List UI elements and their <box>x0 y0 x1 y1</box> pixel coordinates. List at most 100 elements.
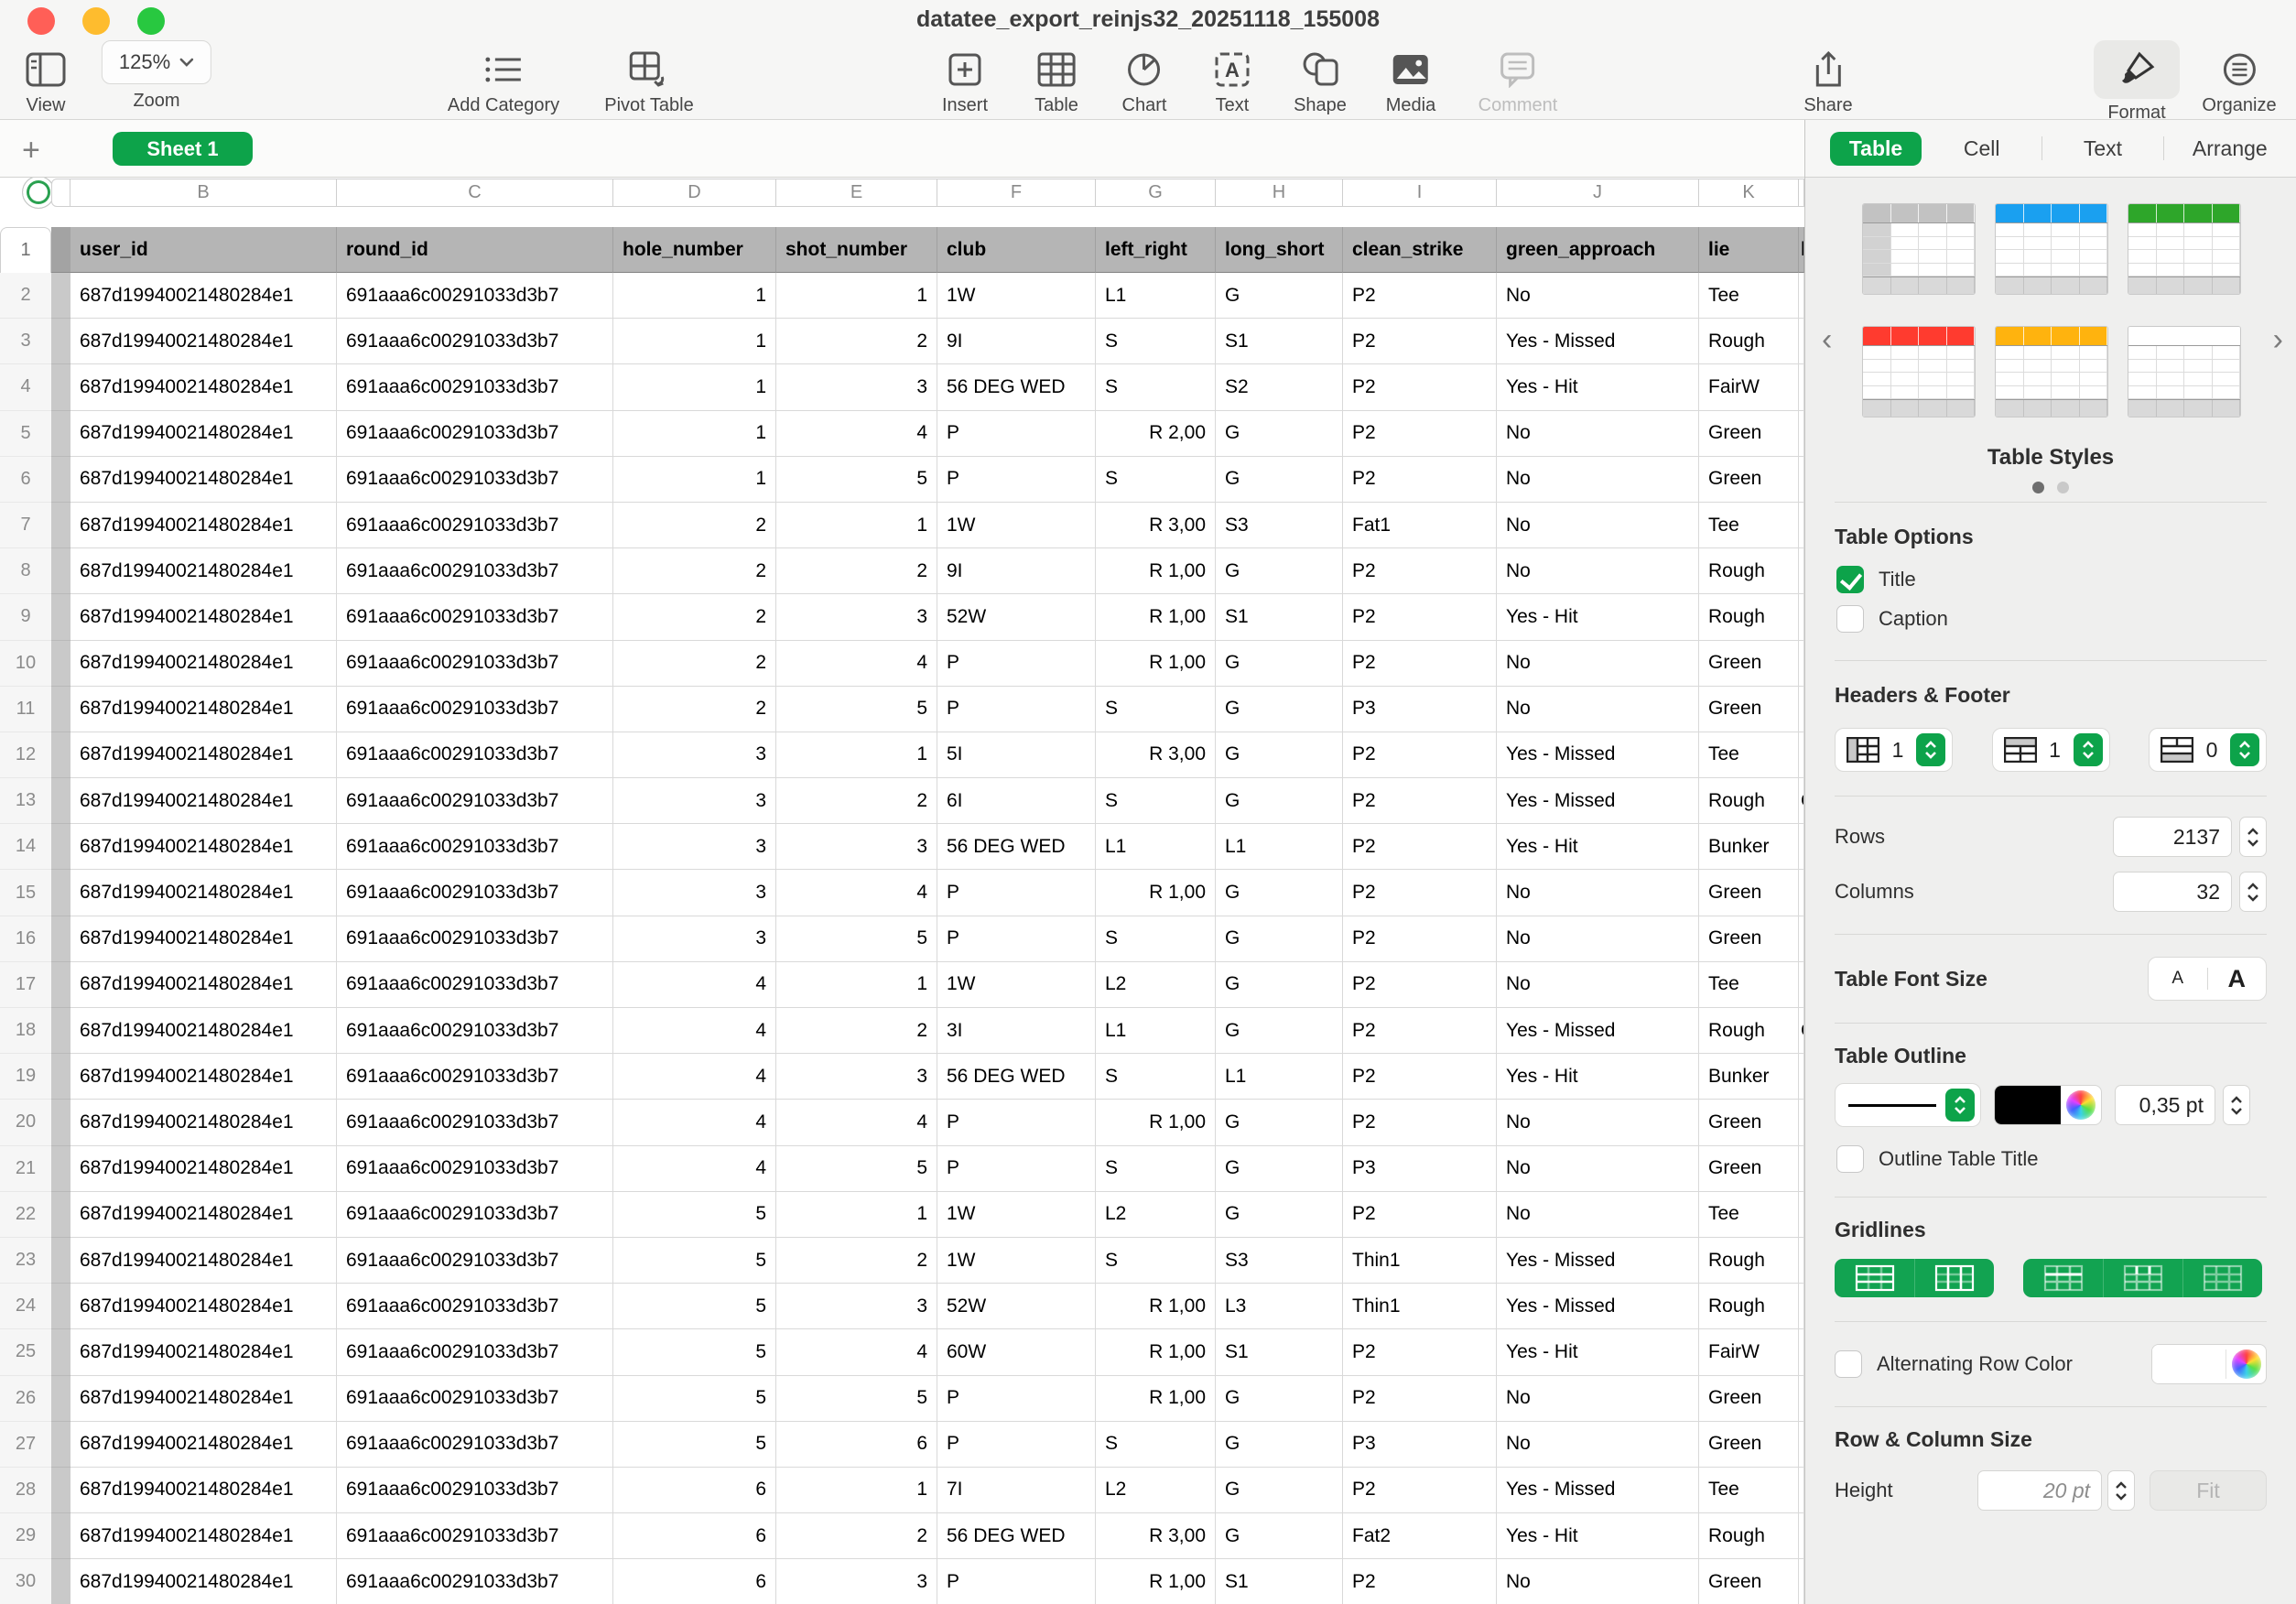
cell-hole_number[interactable]: 1 <box>613 457 776 503</box>
cell-club[interactable]: 5I <box>937 732 1096 778</box>
row-number-28[interactable]: 28 <box>0 1468 51 1513</box>
cell-left_right[interactable]: R 3,00 <box>1096 732 1216 778</box>
cell-green_approach[interactable]: Yes - Missed <box>1497 1008 1699 1054</box>
cell-user_id[interactable]: 687d19940021480284e1 <box>70 1008 337 1054</box>
cell-long_short[interactable]: L1 <box>1216 1054 1343 1100</box>
cell-green_approach[interactable]: Yes - Hit <box>1497 1329 1699 1375</box>
cell-green_approach[interactable]: No <box>1497 962 1699 1008</box>
cell-club[interactable]: 52W <box>937 1284 1096 1329</box>
cell-hole_number[interactable]: 1 <box>613 364 776 410</box>
cell-long_short[interactable]: S3 <box>1216 1238 1343 1284</box>
cell-hole_number[interactable]: 3 <box>613 824 776 870</box>
row-number-14[interactable]: 14 <box>0 824 51 870</box>
columns-input[interactable]: 32 <box>2113 872 2232 912</box>
cell-clean_strike[interactable]: P2 <box>1343 594 1497 640</box>
cell-user_id[interactable]: 687d19940021480284e1 <box>70 411 337 457</box>
cell-hole_number[interactable]: 4 <box>613 1008 776 1054</box>
cell-green_approach[interactable]: No <box>1497 1192 1699 1238</box>
cell-club[interactable]: P <box>937 1376 1096 1422</box>
header-rows-stepper-widget[interactable]: 1 <box>1992 728 2110 772</box>
outline-color-wheel[interactable] <box>2061 1090 2101 1120</box>
cell-round_id[interactable]: 691aaa6c00291033d3b7 <box>337 687 613 732</box>
cell-hole_number[interactable]: 6 <box>613 1559 776 1604</box>
row-number-26[interactable]: 26 <box>0 1376 51 1422</box>
column-letter-j[interactable]: J <box>1497 179 1699 207</box>
cell-user_id[interactable]: 687d19940021480284e1 <box>70 1238 337 1284</box>
header-column-gridlines-button[interactable] <box>2103 1259 2182 1297</box>
page-dot-active[interactable] <box>2032 482 2044 493</box>
cell-hole_number[interactable]: 1 <box>613 411 776 457</box>
cell-shot_number[interactable]: 4 <box>776 1329 937 1375</box>
cell-left_right[interactable]: R 1,00 <box>1096 548 1216 594</box>
cell-user_id[interactable]: 687d19940021480284e1 <box>70 1329 337 1375</box>
row-number-8[interactable]: 8 <box>0 548 51 594</box>
cell-long_short[interactable]: G <box>1216 641 1343 687</box>
chart-button[interactable]: Chart <box>1122 46 1167 116</box>
cell-green_approach[interactable]: No <box>1497 411 1699 457</box>
cell-hole_number[interactable]: 5 <box>613 1422 776 1468</box>
table-style-orange-header[interactable] <box>1995 326 2108 417</box>
cell-hole_number[interactable]: 4 <box>613 1146 776 1192</box>
cell-long_short[interactable]: S1 <box>1216 1559 1343 1604</box>
cell-user_id[interactable]: 687d19940021480284e1 <box>70 1100 337 1145</box>
cell-left_right[interactable]: R 1,00 <box>1096 870 1216 916</box>
cell-club[interactable]: 3I <box>937 1008 1096 1054</box>
zoom-control[interactable]: 125% Zoom <box>102 40 211 112</box>
row-number-20[interactable]: 20 <box>0 1100 51 1145</box>
styles-next-icon[interactable]: › <box>2273 322 2283 358</box>
cell-shot_number[interactable]: 3 <box>776 1284 937 1329</box>
cell-hole_number[interactable]: 2 <box>613 641 776 687</box>
cell-user_id[interactable]: 687d19940021480284e1 <box>70 548 337 594</box>
cell-round_id[interactable]: 691aaa6c00291033d3b7 <box>337 364 613 410</box>
styles-prev-icon[interactable]: ‹ <box>1822 322 1832 358</box>
cell-long_short[interactable]: G <box>1216 548 1343 594</box>
cell-left_right[interactable]: L1 <box>1096 273 1216 319</box>
cell-round_id[interactable]: 691aaa6c00291033d3b7 <box>337 1513 613 1559</box>
font-smaller-button[interactable]: A <box>2149 969 2207 989</box>
row-number-9[interactable]: 9 <box>0 594 51 640</box>
column-letter-e[interactable]: E <box>776 179 937 207</box>
view-button[interactable]: View <box>26 46 66 116</box>
cell-user_id[interactable]: 687d19940021480284e1 <box>70 1422 337 1468</box>
row-number-10[interactable]: 10 <box>0 641 51 687</box>
table-style-green-header[interactable] <box>2128 203 2241 295</box>
cell-user_id[interactable]: 687d19940021480284e1 <box>70 641 337 687</box>
shape-button[interactable]: Shape <box>1294 46 1347 116</box>
cell-long_short[interactable]: G <box>1216 411 1343 457</box>
cell-long_short[interactable]: G <box>1216 1146 1343 1192</box>
cell-shot_number[interactable]: 1 <box>776 732 937 778</box>
cell-hole_number[interactable]: 4 <box>613 1054 776 1100</box>
outline-width-input[interactable]: 0,35 pt <box>2115 1085 2215 1125</box>
cell-shot_number[interactable]: 2 <box>776 778 937 824</box>
row-number-6[interactable]: 6 <box>0 457 51 503</box>
cell-clean_strike[interactable]: P3 <box>1343 1146 1497 1192</box>
cell-lie[interactable]: Tee <box>1699 503 1799 548</box>
tab-arrange[interactable]: Arrange <box>2164 136 2296 161</box>
cell-club[interactable]: P <box>937 1422 1096 1468</box>
outline-width-stepper[interactable] <box>2223 1085 2250 1125</box>
sheet-tab[interactable]: Sheet 1 <box>113 132 253 166</box>
footer-gridlines-button[interactable] <box>2182 1259 2262 1297</box>
cell-left_right[interactable]: R 1,00 <box>1096 1100 1216 1145</box>
cell-round_id[interactable]: 691aaa6c00291033d3b7 <box>337 1422 613 1468</box>
cell-club[interactable]: 60W <box>937 1329 1096 1375</box>
outline-color-swatch[interactable] <box>1995 1086 2061 1124</box>
cell-left_right[interactable]: S <box>1096 319 1216 364</box>
row-number-29[interactable]: 29 <box>0 1513 51 1559</box>
add-sheet-button[interactable]: + <box>22 133 40 168</box>
cell-green_approach[interactable]: Yes - Missed <box>1497 1284 1699 1329</box>
cell-left_right[interactable]: R 3,00 <box>1096 1513 1216 1559</box>
cell-round_id[interactable]: 691aaa6c00291033d3b7 <box>337 916 613 962</box>
cell-hole_number[interactable]: 5 <box>613 1238 776 1284</box>
cell-green_approach[interactable]: Yes - Missed <box>1497 778 1699 824</box>
cell-shot_number[interactable]: 4 <box>776 870 937 916</box>
cell-shot_number[interactable]: 5 <box>776 1376 937 1422</box>
cell-club[interactable]: 56 DEG WED <box>937 1513 1096 1559</box>
cell-user_id[interactable]: 687d19940021480284e1 <box>70 1513 337 1559</box>
media-button[interactable]: Media <box>1386 46 1435 116</box>
cell-left_right[interactable]: S <box>1096 1422 1216 1468</box>
rows-input[interactable]: 2137 <box>2113 817 2232 857</box>
cell-shot_number[interactable]: 3 <box>776 364 937 410</box>
cell-left_right[interactable]: S <box>1096 687 1216 732</box>
cell-shot_number[interactable]: 2 <box>776 548 937 594</box>
